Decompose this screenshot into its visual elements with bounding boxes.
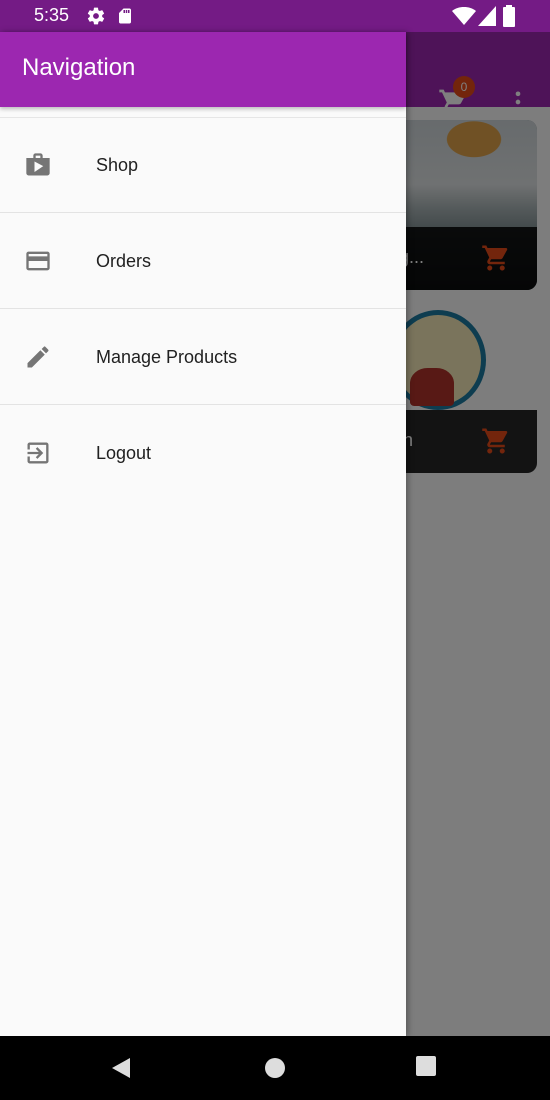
settings-icon bbox=[87, 7, 105, 25]
signal-icon bbox=[478, 6, 496, 26]
home-icon[interactable] bbox=[263, 1056, 287, 1080]
drawer-item-shop[interactable]: Shop bbox=[0, 118, 406, 213]
drawer-item-label: Shop bbox=[96, 155, 139, 175]
drawer-item-label: Logout bbox=[96, 443, 152, 463]
drawer-item-label: Orders bbox=[96, 251, 152, 271]
wifi-icon bbox=[452, 7, 476, 25]
system-nav-bar bbox=[0, 1036, 550, 1100]
status-bar: 5:35 bbox=[0, 0, 550, 32]
sd-card-icon bbox=[119, 8, 131, 24]
drawer-item-orders[interactable]: Orders bbox=[0, 214, 406, 309]
drawer-header: Navigation bbox=[0, 32, 406, 107]
drawer-item-logout[interactable]: Logout bbox=[0, 406, 406, 501]
edit-icon bbox=[27, 346, 49, 368]
shop-icon bbox=[26, 153, 50, 176]
battery-icon bbox=[503, 5, 515, 27]
drawer-item-label: Manage Products bbox=[96, 347, 238, 367]
back-icon[interactable] bbox=[110, 1056, 134, 1080]
credit-card-icon bbox=[26, 251, 50, 271]
navigation-drawer: Navigation Shop Orders Manage Products L… bbox=[0, 32, 406, 1036]
recents-icon[interactable] bbox=[416, 1056, 438, 1078]
logout-icon bbox=[27, 442, 49, 464]
status-time: 5:35 bbox=[34, 5, 70, 25]
drawer-title: Navigation bbox=[22, 54, 136, 81]
drawer-item-manage-products[interactable]: Manage Products bbox=[0, 310, 406, 405]
